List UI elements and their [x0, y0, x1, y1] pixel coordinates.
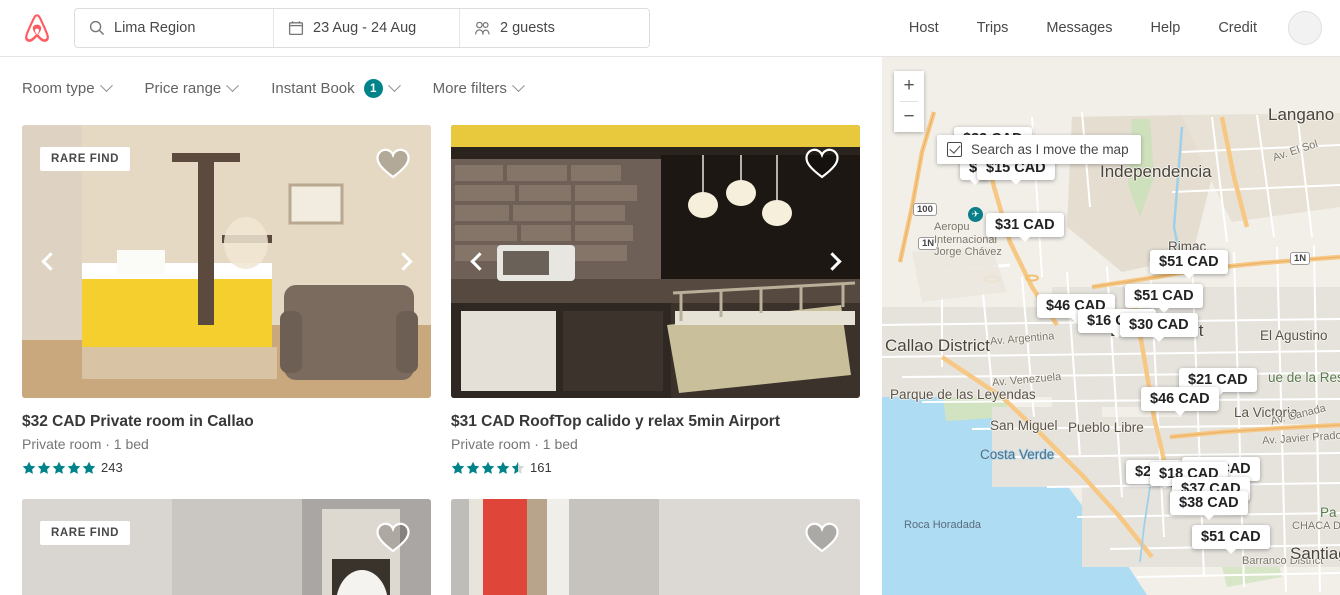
filter-instant-book-label: Instant Book — [271, 80, 355, 97]
map-zoom-controls[interactable]: + − — [894, 71, 924, 132]
wishlist-heart-icon[interactable] — [804, 147, 840, 185]
search-dates-value: 23 Aug - 24 Aug — [313, 20, 417, 36]
chevron-down-icon — [387, 79, 401, 93]
wishlist-heart-icon[interactable] — [804, 521, 840, 559]
search-dates-field[interactable]: 23 Aug - 24 Aug — [273, 9, 459, 47]
airbnb-search-page: Lima Region 23 Aug - 24 Aug 2 guests Hos… — [0, 0, 1340, 595]
listing-card[interactable]: RARE FIND $32 CAD Private room in Callao… — [22, 125, 431, 475]
route-shield: 1N — [1290, 252, 1311, 265]
map-price-pin[interactable]: $51 CAD — [1125, 284, 1203, 313]
map-price-pin[interactable]: $30 CAD — [1120, 313, 1198, 342]
map-zoom-in-button[interactable]: + — [894, 71, 924, 101]
filter-more-filters-label: More filters — [432, 80, 507, 97]
listing-photo[interactable]: RARE FIND — [22, 125, 431, 398]
search-as-i-move-toggle[interactable]: Search as I move the map — [937, 135, 1141, 164]
listing-card[interactable]: RARE FIND — [22, 499, 431, 595]
primary-nav: Host Trips Messages Help Credit — [890, 11, 1322, 45]
listing-card[interactable]: $31 CAD RoofTop calido y relax 5min Airp… — [451, 125, 860, 475]
search-guests-value: 2 guests — [500, 20, 555, 36]
chevron-down-icon — [226, 79, 240, 93]
listing-title[interactable]: $31 CAD RoofTop calido y relax 5min Airp… — [451, 412, 860, 431]
filter-price-range[interactable]: Price range — [144, 79, 240, 97]
nav-item-host[interactable]: Host — [890, 20, 958, 36]
route-shield: 100 — [913, 203, 937, 216]
listing-photo[interactable] — [451, 125, 860, 398]
carousel-next-button[interactable] — [820, 248, 848, 276]
listing-photo-image — [451, 125, 860, 398]
map-price-pin[interactable]: $38 CAD — [1170, 491, 1248, 520]
listing-photo[interactable] — [451, 499, 860, 595]
airport-icon: ✈ — [968, 207, 983, 222]
listing-rating: 161 — [451, 460, 860, 475]
carousel-next-button[interactable] — [391, 248, 419, 276]
carousel-prev-button[interactable] — [463, 248, 491, 276]
listing-photo[interactable]: RARE FIND — [22, 499, 431, 595]
nav-item-trips[interactable]: Trips — [958, 20, 1028, 36]
wishlist-heart-icon[interactable] — [375, 521, 411, 559]
search-location-value: Lima Region — [114, 20, 196, 36]
filter-price-range-label: Price range — [144, 80, 222, 97]
listing-subtitle: Private room · 1 bed — [451, 436, 578, 453]
star-rating-icon — [22, 461, 96, 475]
avatar[interactable] — [1288, 11, 1322, 45]
filter-instant-book-badge: 1 — [363, 79, 383, 98]
listing-photo-image — [451, 499, 860, 595]
map-price-pin[interactable]: $51 CAD — [1192, 525, 1270, 554]
listing-subtitle: Private room · 1 bed — [22, 436, 149, 453]
chevron-down-icon — [99, 79, 113, 93]
nav-item-help[interactable]: Help — [1131, 20, 1199, 36]
filter-bar: Room type Price range Instant Book 1 Mor… — [0, 57, 882, 98]
rare-find-badge: RARE FIND — [40, 521, 131, 546]
filter-room-type-label: Room type — [22, 80, 95, 97]
search-icon — [89, 20, 105, 36]
listing-title[interactable]: $32 CAD Private room in Callao — [22, 412, 431, 431]
wishlist-heart-icon[interactable] — [375, 147, 411, 185]
site-header: Lima Region 23 Aug - 24 Aug 2 guests Hos… — [0, 0, 1340, 57]
listing-review-count: 243 — [101, 460, 123, 476]
route-shield: 1N — [918, 237, 939, 250]
map-zoom-out-button[interactable]: − — [894, 102, 924, 132]
listing-rating: 243 — [22, 460, 431, 475]
map-price-pin[interactable]: $31 CAD — [986, 213, 1064, 242]
checkbox-checked-icon[interactable] — [947, 142, 962, 157]
chevron-down-icon — [511, 79, 525, 93]
search-bar[interactable]: Lima Region 23 Aug - 24 Aug 2 guests — [74, 8, 650, 48]
search-as-i-move-label: Search as I move the map — [971, 142, 1129, 157]
carousel-prev-button[interactable] — [34, 248, 62, 276]
map-price-pin[interactable]: $51 CAD — [1150, 250, 1228, 279]
results-panel: Room type Price range Instant Book 1 Mor… — [0, 57, 882, 595]
filter-room-type[interactable]: Room type — [22, 79, 113, 97]
nav-item-messages[interactable]: Messages — [1027, 20, 1131, 36]
guests-icon — [474, 20, 491, 36]
calendar-icon — [288, 20, 304, 36]
listing-review-count: 161 — [530, 460, 552, 476]
airbnb-logo-icon[interactable] — [18, 9, 56, 47]
listing-photo-image — [22, 499, 431, 595]
map-panel[interactable]: Independencia Langano Rimac Lima Distric… — [882, 57, 1340, 595]
filter-instant-book[interactable]: Instant Book 1 — [271, 79, 401, 98]
search-location-field[interactable]: Lima Region — [75, 9, 273, 47]
nav-item-credit[interactable]: Credit — [1199, 20, 1276, 36]
star-rating-icon — [451, 461, 525, 475]
map-price-pin[interactable]: $46 CAD — [1141, 387, 1219, 416]
filter-more-filters[interactable]: More filters — [432, 79, 525, 97]
listing-grid: RARE FIND $32 CAD Private room in Callao… — [0, 125, 882, 595]
search-guests-field[interactable]: 2 guests — [459, 9, 649, 47]
listing-card[interactable] — [451, 499, 860, 595]
rare-find-badge: RARE FIND — [40, 147, 131, 171]
